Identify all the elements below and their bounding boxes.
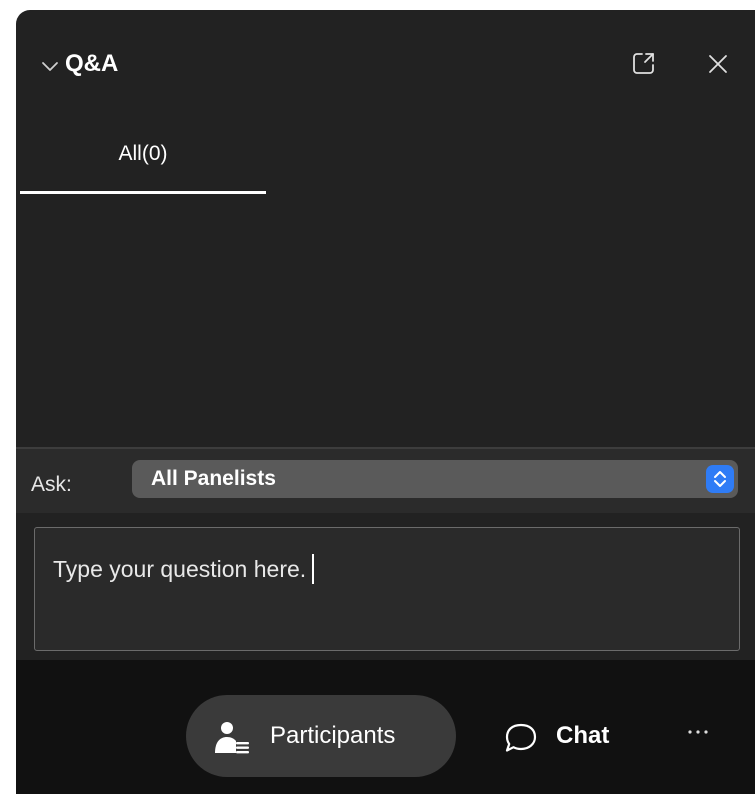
question-input-text: Type your question here. (53, 554, 315, 584)
tab-label: All(0) (118, 142, 168, 165)
chat-label: Chat (556, 722, 610, 749)
participants-icon (214, 721, 250, 755)
qa-panel: Q&A All(0) Ask: All Panelists Type your … (16, 10, 755, 794)
qa-header: Q&A (16, 10, 755, 120)
ask-select-value: All Panelists (151, 467, 276, 490)
tab-all[interactable]: All(0) (20, 140, 266, 194)
participants-label: Participants (270, 722, 396, 749)
chat-bubble-icon (504, 722, 538, 754)
close-icon[interactable] (706, 52, 730, 76)
up-down-stepper-icon[interactable] (706, 465, 734, 493)
question-input[interactable]: Type your question here. (34, 527, 740, 651)
more-button[interactable] (678, 712, 718, 752)
footer-toolbar: Participants Chat (16, 660, 755, 794)
participants-button[interactable]: Participants (186, 695, 456, 777)
ask-row: Ask: All Panelists (16, 449, 755, 513)
question-list (16, 197, 755, 447)
ask-label: Ask: (31, 473, 72, 496)
text-caret (312, 554, 315, 584)
panel-title: Q&A (65, 50, 119, 77)
chevron-down-icon[interactable] (40, 56, 60, 76)
tab-selected-indicator (20, 191, 266, 194)
chat-button[interactable]: Chat (492, 695, 642, 777)
popout-icon[interactable] (631, 50, 657, 76)
more-horizontal-icon (678, 730, 718, 756)
ask-recipient-select[interactable]: All Panelists (132, 460, 738, 498)
